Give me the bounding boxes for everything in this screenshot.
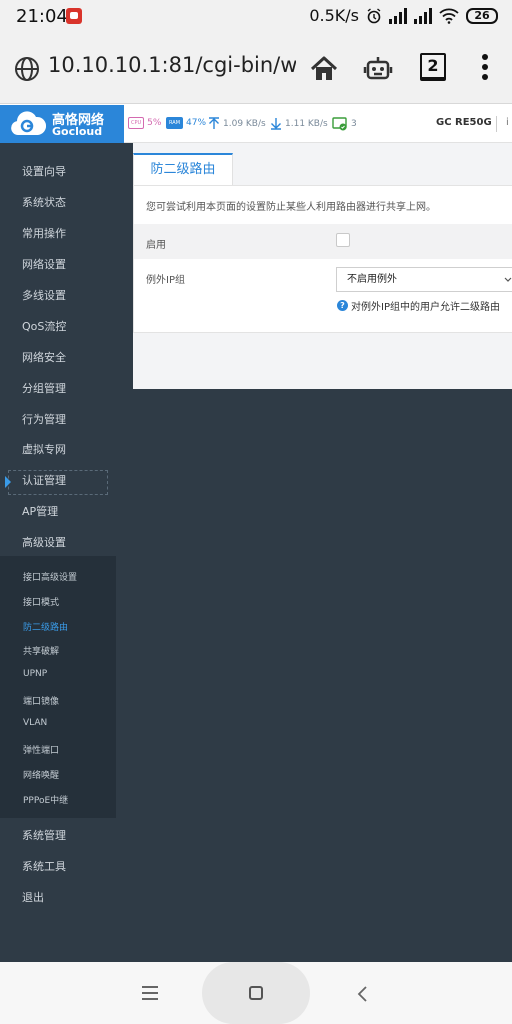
sidebar-item-5[interactable]: QoS流控 xyxy=(22,318,66,334)
download-value: 1.11 KB/s xyxy=(285,118,328,129)
cpu-value: 5% xyxy=(147,118,162,128)
android-nav-bar xyxy=(0,962,512,1024)
sidebar-bottom-item-1[interactable]: 系统工具 xyxy=(22,858,66,874)
battery-icon: 26 xyxy=(466,7,498,24)
chevron-down-icon xyxy=(504,277,512,282)
tab-count-button[interactable]: 2 xyxy=(420,53,446,81)
logo-cloud-icon xyxy=(11,111,46,135)
submenu-item-3[interactable]: 共享破解 xyxy=(23,644,59,657)
router-header: 高恪网络 Gocloud CPU 5% RAM 47% 1.09 KB/s 1.… xyxy=(0,105,512,143)
wifi-icon xyxy=(439,8,459,24)
download-arrow-icon xyxy=(271,118,281,130)
ram-icon: RAM xyxy=(166,117,184,129)
online-devices-value: 3 xyxy=(351,119,357,129)
sidebar-item-7[interactable]: 分组管理 xyxy=(22,380,66,396)
more-menu-icon[interactable] xyxy=(478,54,492,84)
sidebar-item-3[interactable]: 网络设置 xyxy=(22,256,66,272)
cpu-usage: CPU 5% xyxy=(128,117,161,129)
help-text: 对例外IP组中的用户允许二级路由 xyxy=(351,302,500,313)
active-submenu-highlight xyxy=(8,470,108,495)
header-cut-text: i xyxy=(506,117,509,128)
robot-icon[interactable] xyxy=(362,53,394,85)
sidebar-item-9[interactable]: 虚拟专网 xyxy=(22,441,66,457)
status-indicators: 0.5K/s 26 xyxy=(309,6,498,25)
ram-usage: RAM 47% xyxy=(166,117,206,129)
signal-icon-2 xyxy=(414,7,432,24)
sidebar-item-4[interactable]: 多线设置 xyxy=(22,287,66,303)
submenu-item-5[interactable]: 端口镜像 xyxy=(23,694,59,707)
status-time: 21:04 xyxy=(16,6,68,27)
enable-label: 启用 xyxy=(146,240,166,251)
enable-row xyxy=(134,224,512,259)
sidebar-bottom-item-2[interactable]: 退出 xyxy=(22,889,44,905)
online-devices-icon xyxy=(332,117,347,131)
logo-english-text: Gocloud xyxy=(52,125,103,138)
recents-menu-icon[interactable] xyxy=(142,986,158,1004)
sidebar-item-8[interactable]: 行为管理 xyxy=(22,411,66,427)
sidebar-item-12[interactable]: 高级设置 xyxy=(22,534,66,550)
submenu-item-8[interactable]: 网络唤醒 xyxy=(23,768,59,781)
submenu-item-7[interactable]: 弹性端口 xyxy=(23,743,59,756)
active-indicator-icon xyxy=(5,476,11,488)
sidebar-item-6[interactable]: 网络安全 xyxy=(22,349,66,365)
android-status-bar: 21:04 0.5K/s 26 xyxy=(0,0,512,34)
upload-arrow-icon xyxy=(209,117,219,129)
submenu-item-1[interactable]: 接口模式 xyxy=(23,595,59,608)
back-icon[interactable] xyxy=(356,986,370,1002)
help-note: ? 对例外IP组中的用户允许二级路由 xyxy=(337,298,500,313)
cpu-icon: CPU xyxy=(128,117,145,129)
alarm-icon xyxy=(367,7,381,23)
globe-icon[interactable] xyxy=(14,56,40,82)
enable-checkbox[interactable] xyxy=(336,233,350,247)
sidebar-item-1[interactable]: 系统状态 xyxy=(22,194,66,210)
browser-toolbar: 10.10.10.1:81/cgi-bin/web 2 xyxy=(0,34,512,104)
router-model: GC RE50G xyxy=(436,117,492,128)
submenu-item-2[interactable]: 防二级路由 xyxy=(23,620,68,633)
online-devices: 3 xyxy=(332,117,357,131)
upload-value: 1.09 KB/s xyxy=(223,118,266,129)
home-icon[interactable] xyxy=(308,53,340,85)
submenu-item-9[interactable]: PPPoE中继 xyxy=(23,793,68,806)
submenu-item-6[interactable]: VLAN xyxy=(23,718,47,728)
ram-value: 47% xyxy=(186,118,207,128)
header-divider xyxy=(496,116,497,132)
sidebar-item-2[interactable]: 常用操作 xyxy=(22,225,66,241)
home-square-icon[interactable] xyxy=(249,986,263,1000)
sidebar-item-0[interactable]: 设置向导 xyxy=(22,163,66,179)
exception-ip-group-select[interactable]: 不启用例外 xyxy=(336,267,512,292)
signal-icon-1 xyxy=(389,7,407,24)
sidebar-item-11[interactable]: AP管理 xyxy=(22,503,58,519)
submenu-item-4[interactable]: UPNP xyxy=(23,669,47,679)
gocloud-logo[interactable]: 高恪网络 Gocloud xyxy=(0,105,124,143)
page-description: 您可尝试利用本页面的设置防止某些人利用路由器进行共享上网。 xyxy=(146,202,436,213)
download-speed: 1.11 KB/s xyxy=(270,117,328,130)
notification-app-icon xyxy=(66,8,82,24)
exception-ip-group-label: 例外IP组 xyxy=(146,275,185,286)
tab-anti-secondary-routing[interactable]: 防二级路由 xyxy=(133,153,233,185)
submenu-item-0[interactable]: 接口高级设置 xyxy=(23,570,77,583)
network-speed: 0.5K/s xyxy=(309,6,359,25)
sidebar-bottom-item-0[interactable]: 系统管理 xyxy=(22,827,66,843)
question-icon: ? xyxy=(337,300,348,311)
address-bar[interactable]: 10.10.10.1:81/cgi-bin/web xyxy=(48,53,296,77)
upload-speed: 1.09 KB/s xyxy=(208,117,266,130)
